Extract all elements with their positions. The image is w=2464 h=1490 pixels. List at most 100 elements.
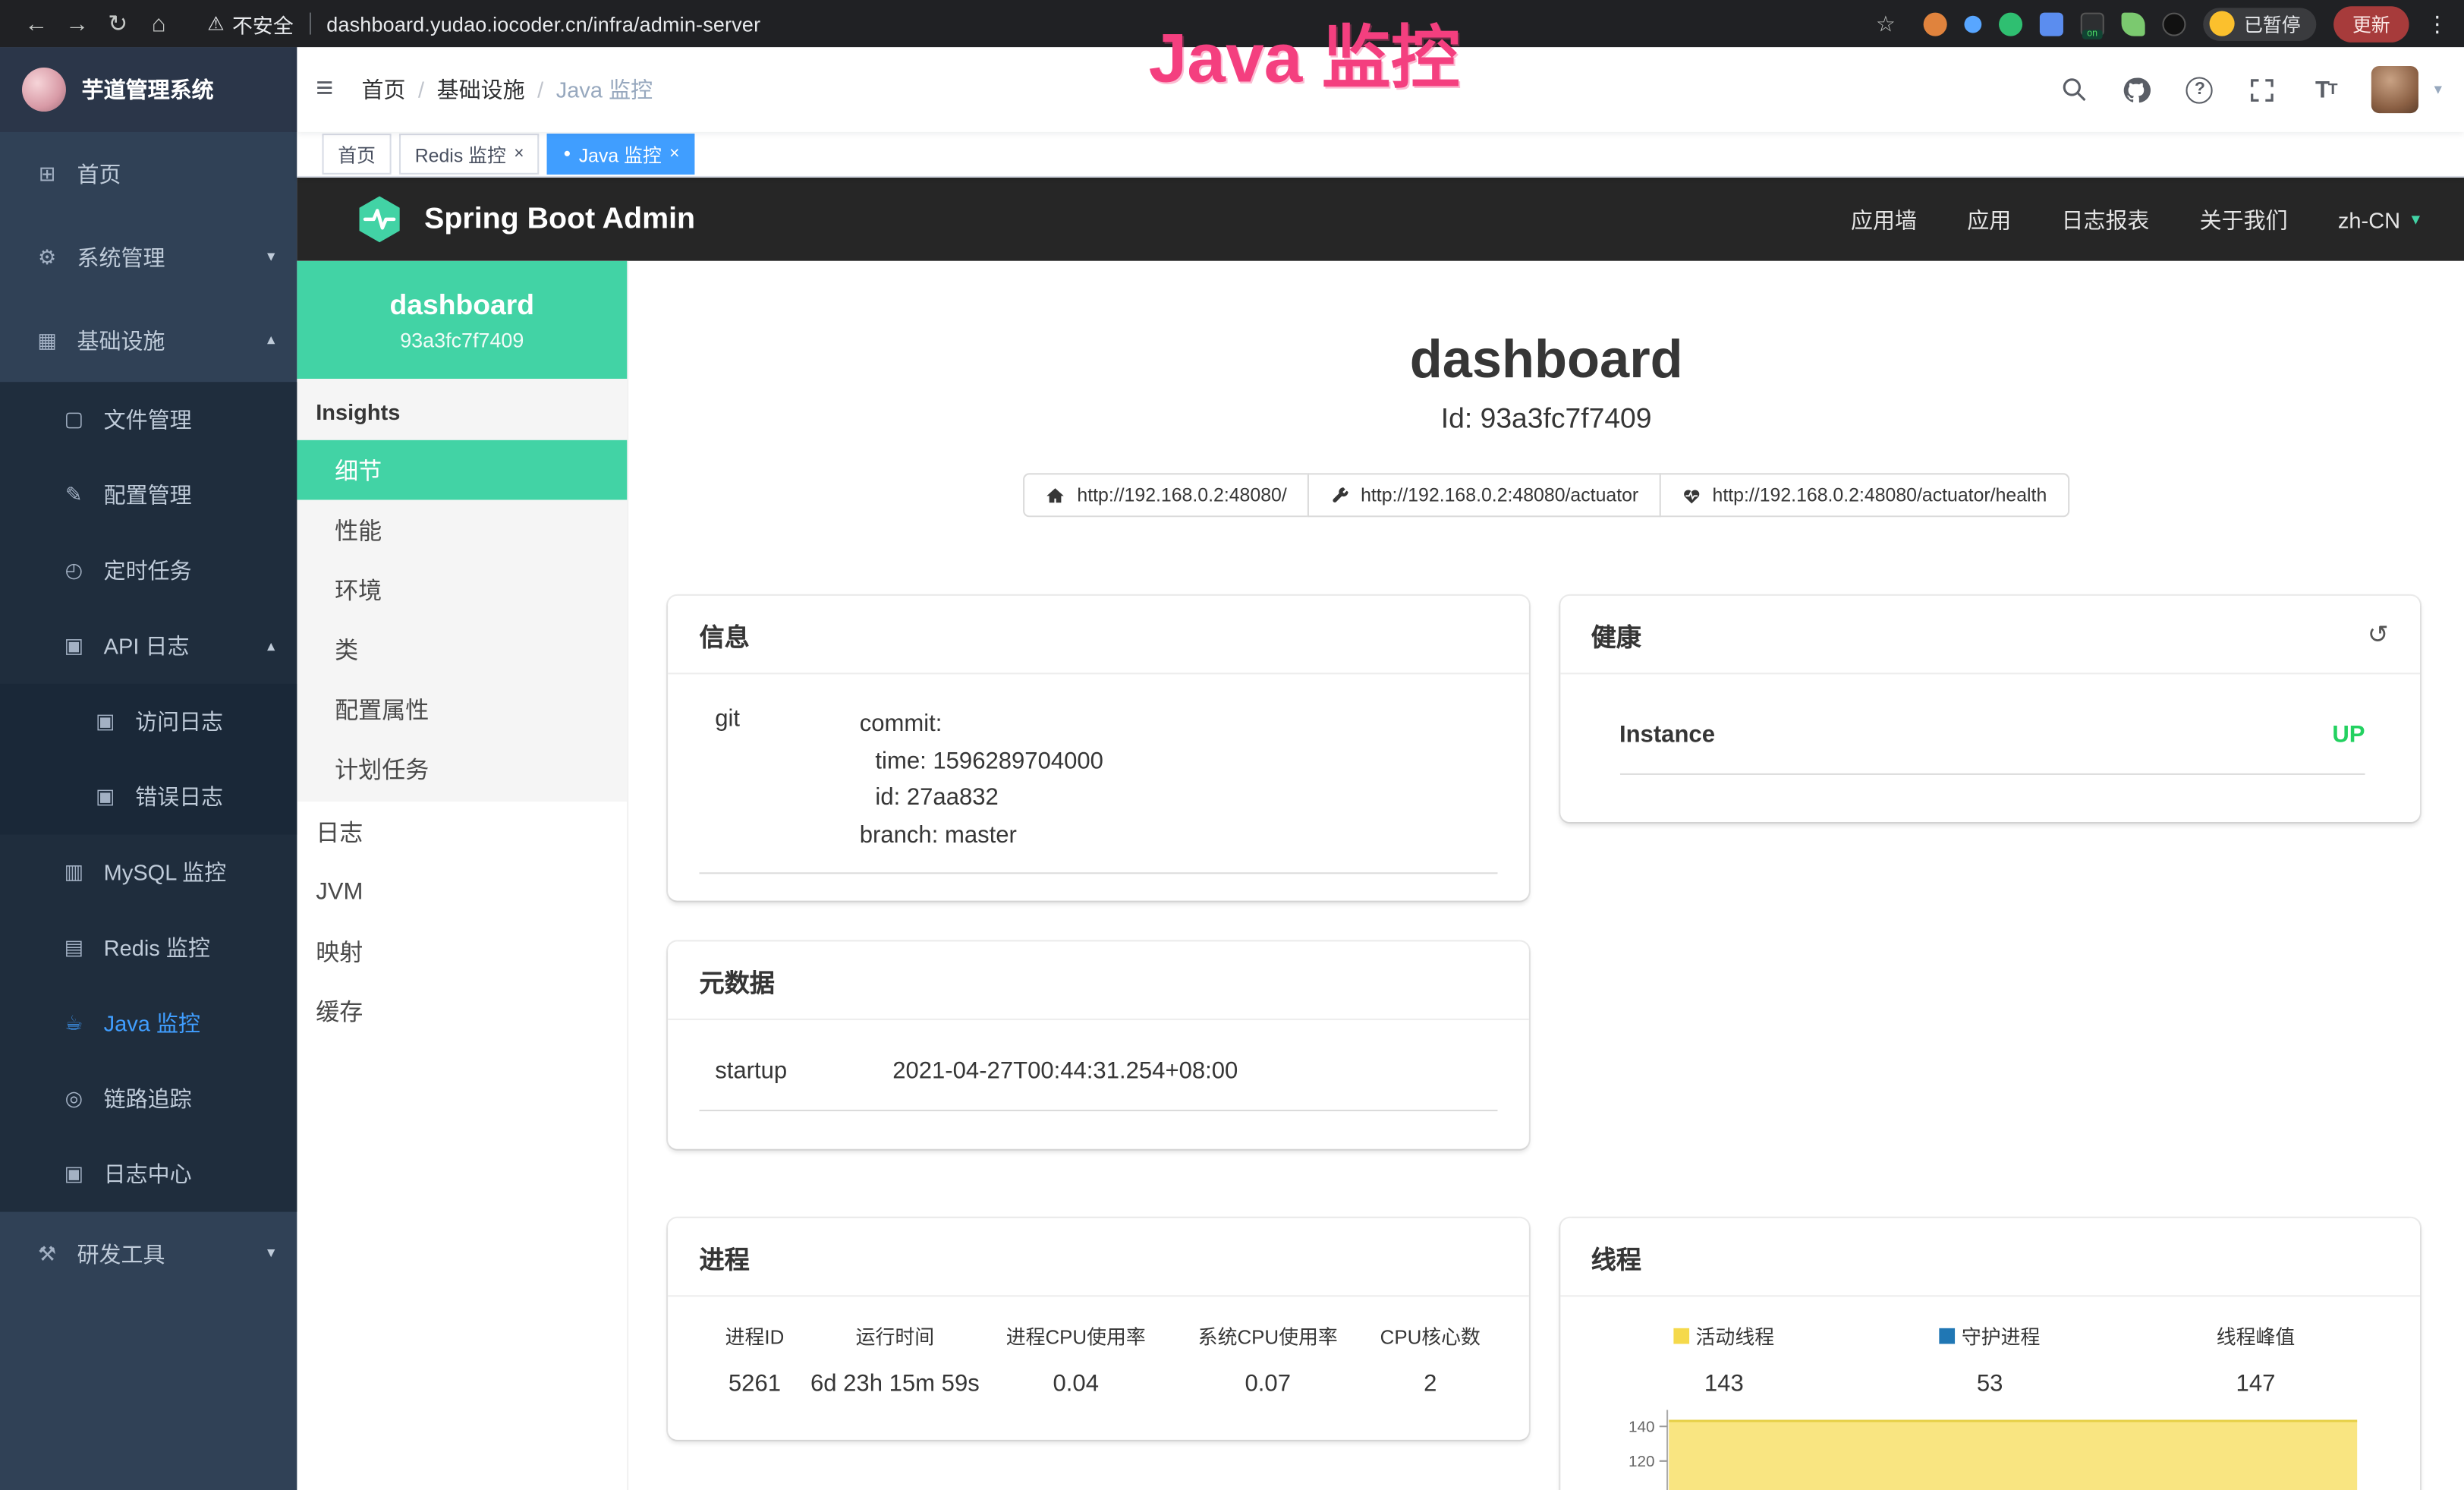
ytick-140: 140 (1628, 1418, 1654, 1435)
sidebar-item-system-management[interactable]: ⚙ 系统管理 ▾ (0, 216, 297, 299)
heartbeat-icon (1681, 485, 1701, 506)
sidebar-item-dev-tools[interactable]: ⚒ 研发工具 ▾ (0, 1212, 297, 1296)
admin-navbar: ≡ 首页 / 基础设施 / Java 监控 ? (297, 47, 2464, 132)
tab-home[interactable]: 首页 (323, 134, 392, 175)
sidebar-item-label: 首页 (77, 158, 121, 189)
chrome-update-button[interactable]: 更新 (2333, 5, 2409, 42)
sba-nav-applications[interactable]: 应用 (1967, 203, 2011, 235)
instance-url-button[interactable]: http://192.168.0.2:48080/ (1024, 473, 1309, 517)
github-icon[interactable] (2119, 72, 2154, 107)
sidebar-item-file-management[interactable]: ▢ 文件管理 (0, 382, 297, 457)
extension-icon-2[interactable] (1964, 15, 1981, 33)
sba-menu-environment[interactable]: 环境 (297, 559, 627, 619)
infrastructure-icon: ▦ (31, 328, 62, 353)
sba-nav-about[interactable]: 关于我们 (2200, 203, 2288, 235)
health-instance-row: Instance UP (1619, 721, 2365, 774)
sidebar-item-api-logs[interactable]: ▣ API 日志 ▴ (0, 608, 297, 683)
infrastructure-submenu: ▢ 文件管理 ✎ 配置管理 ◴ 定时任务 ▣ API 日志 ▴ (0, 382, 297, 1211)
health-url-button[interactable]: http://192.168.0.2:48080/actuator/health (1659, 473, 2069, 517)
tab-redis-monitor[interactable]: Redis 监控 × (399, 134, 540, 175)
sba-menu-config-props[interactable]: 配置属性 (297, 679, 627, 739)
sba-menu-classes[interactable]: 类 (297, 619, 627, 679)
breadcrumb: 首页 / 基础设施 / Java 监控 (361, 74, 653, 105)
site-security-chip[interactable]: ⚠ 不安全 (207, 8, 293, 38)
instance-links: http://192.168.0.2:48080/ http://192.168… (628, 473, 2464, 517)
help-icon[interactable]: ? (2182, 72, 2217, 107)
back-icon[interactable]: ← (16, 10, 57, 36)
extension-icon-4[interactable] (2040, 12, 2063, 36)
user-avatar[interactable] (2371, 66, 2418, 113)
close-icon[interactable]: × (514, 145, 524, 164)
sidebar-item-error-logs[interactable]: ▣ 错误日志 (0, 759, 297, 834)
sidebar-item-infrastructure[interactable]: ▦ 基础设施 ▴ (0, 298, 297, 382)
mysql-icon: ▥ (58, 860, 90, 885)
fullscreen-icon[interactable] (2245, 72, 2280, 107)
home-icon[interactable]: ⌂ (138, 10, 179, 36)
sba-sidebar: dashboard 93a3fc7f7409 Insights 细节 性能 环境… (297, 261, 628, 1490)
sidebar-item-scheduled-tasks[interactable]: ◴ 定时任务 (0, 533, 297, 608)
extension-icon-5[interactable]: on (2081, 12, 2104, 36)
sba-menu-mappings[interactable]: 映射 (297, 921, 627, 981)
metadata-key: startup (715, 1058, 892, 1085)
close-icon[interactable]: × (669, 145, 679, 164)
sidebar-item-redis-monitor[interactable]: ▤ Redis 监控 (0, 910, 297, 985)
sidebar-item-java-monitor[interactable]: ☕ Java 监控 (0, 985, 297, 1060)
info-card-title: 信息 (700, 616, 750, 654)
process-card: 进程 进程ID 5261 (668, 1218, 1528, 1440)
process-stats: 进程ID 5261 运行时间 6d 23h 15m 59s (700, 1320, 1497, 1397)
metadata-card: 元数据 startup 2021-04-27T00:44:31.254+08:0… (668, 941, 1528, 1148)
app-logo[interactable]: 芋道管理系统 (0, 47, 297, 132)
sba-menu-logs[interactable]: 日志 (297, 802, 627, 862)
avatar-caret-icon[interactable]: ▾ (2434, 81, 2442, 99)
profile-paused-badge[interactable]: 已暂停 (2203, 7, 2316, 39)
sba-menu-metrics[interactable]: 性能 (297, 500, 627, 560)
sidebar-item-label: 配置管理 (104, 480, 192, 511)
question-glyph: ? (2186, 76, 2213, 102)
sba-nav-wallboard[interactable]: 应用墙 (1851, 203, 1917, 235)
search-icon[interactable] (2057, 72, 2092, 107)
browser-menu-icon[interactable]: ⋮ (2426, 10, 2448, 36)
sidebar-item-access-logs[interactable]: ▣ 访问日志 (0, 684, 297, 759)
process-col-cores: CPU核心数 (1380, 1320, 1481, 1350)
trace-icon: ◎ (58, 1086, 90, 1111)
java-icon: ☕ (58, 1011, 90, 1036)
spring-boot-admin-logo[interactable] (354, 194, 405, 245)
tab-java-monitor[interactable]: ● Java 监控 × (548, 134, 696, 175)
spring-boot-admin-frame: Spring Boot Admin 应用墙 应用 日志报表 关于我们 zh-CN… (297, 178, 2464, 1490)
sidebar-item-trace[interactable]: ◎ 链路追踪 (0, 1061, 297, 1136)
admin-menu: ⊞ 首页 ⚙ 系统管理 ▾ ▦ 基础设施 ▴ ▢ 文件管理 (0, 132, 297, 1295)
font-size-icon[interactable]: TT (2308, 72, 2343, 107)
address-bar[interactable]: dashboard.yudao.iocoder.cn/infra/admin-s… (326, 12, 760, 36)
forward-icon[interactable]: → (57, 10, 98, 36)
breadcrumb-home[interactable]: 首页 (361, 74, 405, 105)
dashboard-icon: ⊞ (31, 161, 62, 186)
sidebar-item-label: 定时任务 (104, 555, 192, 586)
sba-brand-title[interactable]: Spring Boot Admin (424, 202, 695, 237)
sidebar-item-mysql-monitor[interactable]: ▥ MySQL 监控 (0, 835, 297, 910)
actuator-url-button[interactable]: http://192.168.0.2:48080/actuator (1308, 473, 1661, 517)
extension-icon-3[interactable] (1999, 12, 2022, 36)
git-time-line: time: 1596289704000 (860, 742, 1497, 780)
history-icon[interactable]: ↺ (2368, 619, 2389, 650)
extension-icon-6[interactable] (2122, 12, 2145, 36)
sba-menu-caches[interactable]: 缓存 (297, 981, 627, 1041)
sidebar-item-home[interactable]: ⊞ 首页 (0, 132, 297, 216)
sba-menu-scheduled-tasks[interactable]: 计划任务 (297, 739, 627, 799)
sba-menu-details[interactable]: 细节 (297, 440, 627, 500)
reload-icon[interactable]: ↻ (97, 9, 138, 37)
hamburger-icon[interactable]: ≡ (297, 72, 352, 107)
sidebar-item-label: 访问日志 (135, 706, 223, 737)
sba-nav-journal[interactable]: 日志报表 (2061, 203, 2149, 235)
extension-icon-7[interactable] (2162, 12, 2186, 36)
log-icon: ▣ (58, 634, 90, 659)
sba-menu-jvm[interactable]: JVM (297, 862, 627, 921)
health-card-title: 健康 (1591, 616, 1641, 654)
instance-header[interactable]: dashboard 93a3fc7f7409 (297, 261, 627, 379)
tab-label: Java 监控 (579, 140, 662, 167)
locale-selector[interactable]: zh-CN ▾ (2338, 206, 2420, 232)
sidebar-item-config-management[interactable]: ✎ 配置管理 (0, 458, 297, 533)
sidebar-item-log-center[interactable]: ▣ 日志中心 (0, 1136, 297, 1211)
bookmark-star-icon[interactable]: ☆ (1865, 10, 1906, 36)
extension-icon-1[interactable] (1924, 12, 1947, 36)
breadcrumb-infrastructure[interactable]: 基础设施 (437, 74, 525, 105)
